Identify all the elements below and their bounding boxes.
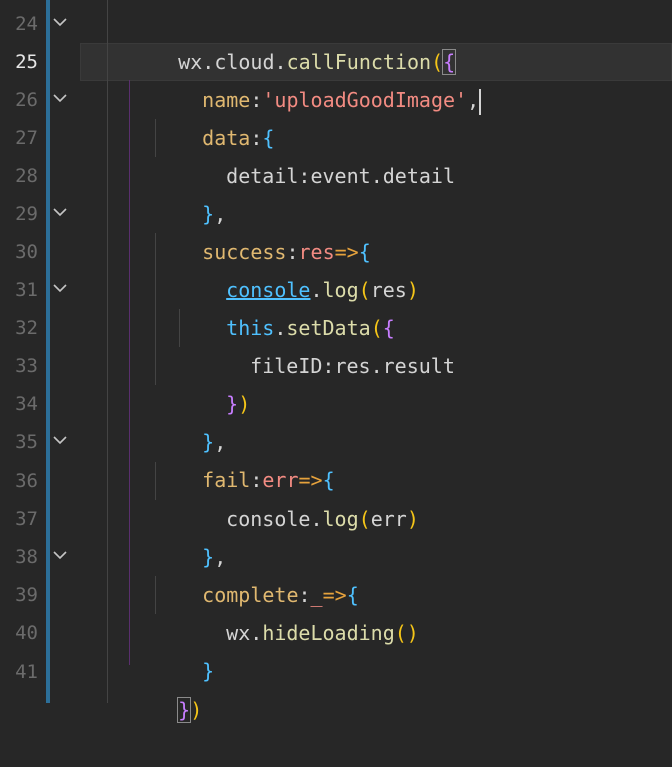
fold-chevron-icon[interactable] [50, 81, 70, 119]
fold-chevron-icon[interactable] [50, 195, 70, 233]
code-line-27[interactable]: detail:event.detail [178, 119, 455, 188]
token: , [467, 88, 480, 112]
line-number: 36 [15, 470, 38, 492]
token: wx [226, 621, 251, 645]
indent-guide [107, 0, 108, 703]
line-number: 28 [15, 165, 38, 187]
code-line-26[interactable]: data:{ [154, 81, 274, 150]
token: console [226, 507, 311, 531]
token: ) [406, 507, 419, 531]
text-cursor [479, 88, 482, 115]
fold-chevron-icon[interactable] [50, 538, 70, 576]
line-number: 40 [15, 622, 38, 644]
code-line-41[interactable]: }) [130, 653, 202, 723]
code-line-28[interactable]: }, [154, 157, 226, 226]
token: } [226, 392, 239, 416]
line-number: 30 [15, 241, 38, 263]
token: } [202, 659, 215, 683]
token: err [370, 507, 407, 531]
line-number: 41 [15, 661, 38, 683]
code-line-40[interactable]: } [154, 614, 214, 683]
token: detail [382, 164, 455, 188]
line-number: 27 [15, 127, 38, 149]
bracket-pair-guide [129, 80, 130, 665]
token: hideLoading [262, 621, 395, 645]
token: log [322, 507, 359, 531]
token: event [310, 164, 371, 188]
token: 'uploadGoodImage' [262, 88, 468, 112]
code-line-33[interactable]: }) [178, 347, 250, 416]
line-number: 33 [15, 355, 38, 377]
code-line-31[interactable]: this.setData({ [178, 271, 395, 340]
token: () [394, 621, 419, 645]
code-line-30[interactable]: console.log(res) [178, 233, 419, 302]
code-line-29[interactable]: success:res=>{ [154, 195, 371, 264]
line-number: 37 [15, 508, 38, 530]
token: res [334, 354, 371, 378]
fold-chevron-icon[interactable] [50, 423, 70, 461]
line-number: 26 [15, 89, 38, 111]
token: ) [238, 392, 251, 416]
code-line-32[interactable]: fileID:res.result [202, 309, 455, 378]
line-number: 31 [15, 279, 38, 301]
token: : [322, 354, 335, 378]
matching-bracket: } [177, 697, 192, 723]
line-number: 35 [15, 431, 38, 453]
token: result [382, 354, 455, 378]
line-number: 32 [15, 317, 38, 339]
code-line-37[interactable]: }, [154, 500, 226, 569]
fold-chevron-icon[interactable] [50, 5, 70, 43]
fold-chevron-icon[interactable] [50, 271, 70, 309]
code-editor[interactable]: 24 25 26 27 28 29 30 31 32 33 34 35 36 37 38 39 40 41 wx.… [0, 0, 672, 723]
code-line-39[interactable]: wx.hideLoading() [178, 576, 419, 645]
line-number: 34 [15, 393, 38, 415]
token: . [370, 164, 383, 188]
token: . [310, 507, 323, 531]
token: . [250, 621, 263, 645]
token: fileID [250, 354, 323, 378]
line-number: 38 [15, 546, 38, 568]
line-number: 39 [15, 584, 38, 606]
line-number: 24 [15, 13, 38, 35]
code-line-24[interactable]: wx.cloud.callFunction({ [130, 5, 457, 75]
token: : [298, 164, 311, 188]
token: ) [406, 278, 419, 302]
token: detail [226, 164, 299, 188]
token: ) [190, 698, 203, 722]
line-number: 29 [15, 203, 38, 225]
code-line-25[interactable]: name:'uploadGoodImage', [154, 43, 482, 115]
code-line-36[interactable]: console.log(err) [178, 462, 419, 531]
token: ( [358, 507, 371, 531]
token: . [370, 354, 383, 378]
line-number: 25 [15, 51, 38, 73]
code-line-38[interactable]: complete:_=>{ [154, 538, 359, 607]
code-line-35[interactable]: fail:err=>{ [154, 423, 334, 492]
code-line-34[interactable]: }, [154, 385, 226, 454]
